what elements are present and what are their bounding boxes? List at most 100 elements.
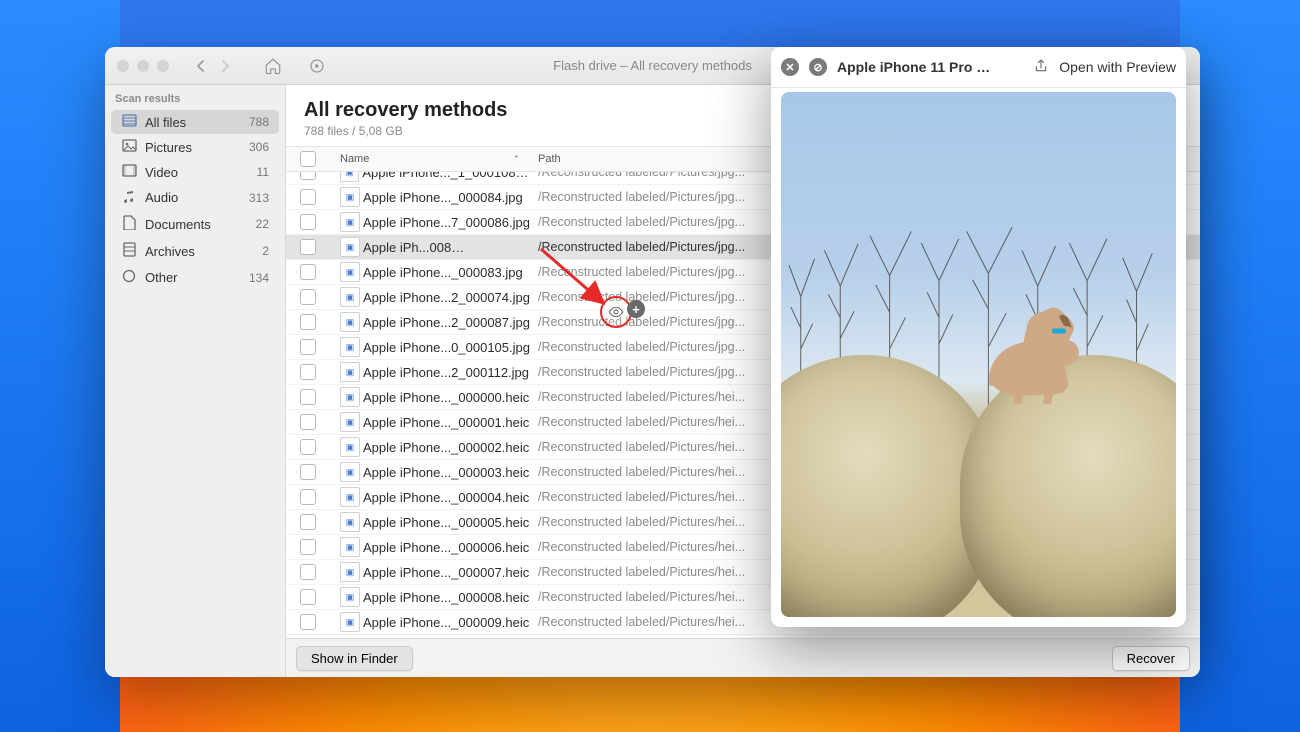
row-checkbox[interactable] xyxy=(300,614,316,630)
file-name: Apple iPhone...2_000112.jpg xyxy=(363,365,529,380)
file-name: Apple iPhone...7_000086.jpg xyxy=(363,215,530,230)
sidebar-item-pictures[interactable]: Pictures 306 xyxy=(111,135,279,159)
file-name: Apple iPhone..._000000.heic xyxy=(363,390,529,405)
file-name: Apple iPhone..._000001.heic xyxy=(363,415,529,430)
open-with-preview-link[interactable]: Open with Preview xyxy=(1059,59,1176,75)
row-checkbox[interactable] xyxy=(300,289,316,305)
row-checkbox[interactable] xyxy=(300,214,316,230)
footer-bar: Show in Finder Recover xyxy=(286,638,1200,677)
back-button[interactable] xyxy=(189,54,213,78)
file-icon: ▣ xyxy=(340,462,360,482)
sidebar-icon xyxy=(121,164,137,180)
scan-icon[interactable] xyxy=(305,54,329,78)
row-checkbox[interactable] xyxy=(300,314,316,330)
recover-button[interactable]: Recover xyxy=(1112,646,1190,671)
file-name: Apple iPhone...2_000087.jpg xyxy=(363,315,530,330)
wallpaper-left xyxy=(0,0,120,732)
sidebar-item-other[interactable]: Other 134 xyxy=(111,265,279,290)
file-icon: ▣ xyxy=(340,587,360,607)
row-checkbox[interactable] xyxy=(300,489,316,505)
file-icon: ▣ xyxy=(340,412,360,432)
sidebar-icon xyxy=(121,269,137,286)
row-checkbox[interactable] xyxy=(300,189,316,205)
file-icon: ▣ xyxy=(340,187,360,207)
file-icon: ▣ xyxy=(340,562,360,582)
sidebar-item-count: 134 xyxy=(249,271,269,285)
sidebar-icon xyxy=(121,139,137,155)
row-checkbox[interactable] xyxy=(300,339,316,355)
preview-image xyxy=(781,92,1176,617)
file-icon: ▣ xyxy=(340,387,360,407)
file-icon: ▣ xyxy=(340,262,360,282)
zoom-dot[interactable] xyxy=(157,60,169,72)
sidebar-header: Scan results xyxy=(105,85,285,109)
file-name: Apple iPhone..._000008.heic xyxy=(363,590,529,605)
preview-block-icon[interactable]: ⊘ xyxy=(809,58,827,76)
file-name: Apple iPhone..._000005.heic xyxy=(363,515,529,530)
row-checkbox[interactable] xyxy=(300,514,316,530)
forward-button[interactable] xyxy=(213,54,237,78)
file-icon: ▣ xyxy=(340,312,360,332)
row-checkbox[interactable] xyxy=(300,464,316,480)
row-checkbox[interactable] xyxy=(300,589,316,605)
sidebar-icon xyxy=(121,189,137,206)
sidebar-item-audio[interactable]: Audio 313 xyxy=(111,185,279,210)
sidebar-icon xyxy=(121,114,137,130)
select-all-checkbox[interactable] xyxy=(300,151,316,167)
file-icon: ▣ xyxy=(340,362,360,382)
sidebar-icon xyxy=(121,242,137,260)
row-checkbox[interactable] xyxy=(300,389,316,405)
annotation-arrow xyxy=(535,243,615,313)
file-name: Apple iPhone..._000002.heic xyxy=(363,440,529,455)
close-dot[interactable] xyxy=(117,60,129,72)
file-name: Apple iPhone..._000007.heic xyxy=(363,565,529,580)
sort-indicator-icon: ⌃ xyxy=(512,154,520,165)
file-name: Apple iPhone..._000083.jpg xyxy=(363,265,523,280)
minimize-dot[interactable] xyxy=(137,60,149,72)
sidebar-item-count: 306 xyxy=(249,140,269,154)
file-name: Apple iPh...0082.jpg xyxy=(363,240,471,255)
file-icon: ▣ xyxy=(340,237,360,257)
sidebar-item-label: Audio xyxy=(145,190,241,205)
sidebar-item-label: Other xyxy=(145,270,241,285)
sidebar-item-video[interactable]: Video11 xyxy=(111,160,279,184)
preview-toolbar: ✕ ⊘ Apple iPhone 11 Pro 2459x... Open wi… xyxy=(771,47,1186,88)
file-name: Apple iPhone..._000009.heic xyxy=(363,615,529,630)
file-icon: ▣ xyxy=(340,337,360,357)
preview-dog xyxy=(975,281,1094,418)
file-name: Apple iPhone..._000003.heic xyxy=(363,465,529,480)
preview-title: Apple iPhone 11 Pro 2459x... xyxy=(837,59,997,75)
file-icon: ▣ xyxy=(340,172,359,182)
row-checkbox[interactable] xyxy=(300,364,316,380)
sidebar-item-count: 22 xyxy=(256,217,269,231)
sidebar-item-count: 11 xyxy=(257,165,269,179)
sidebar-item-documents[interactable]: Documents22 xyxy=(111,211,279,237)
row-checkbox[interactable] xyxy=(300,172,316,180)
sidebar-item-archives[interactable]: Archives2 xyxy=(111,238,279,264)
preview-panel: ✕ ⊘ Apple iPhone 11 Pro 2459x... Open wi… xyxy=(771,47,1186,627)
show-in-finder-button[interactable]: Show in Finder xyxy=(296,646,413,671)
sidebar-item-count: 313 xyxy=(249,191,269,205)
home-icon[interactable] xyxy=(261,54,285,78)
file-icon: ▣ xyxy=(340,537,360,557)
file-icon: ▣ xyxy=(340,512,360,532)
row-checkbox[interactable] xyxy=(300,564,316,580)
add-recovery-icon[interactable]: + xyxy=(627,300,645,318)
file-icon: ▣ xyxy=(340,212,360,232)
row-checkbox[interactable] xyxy=(300,439,316,455)
preview-close-icon[interactable]: ✕ xyxy=(781,58,799,76)
sidebar-item-count: 2 xyxy=(262,244,269,258)
sidebar-item-label: Pictures xyxy=(145,140,241,155)
share-icon[interactable] xyxy=(1033,58,1049,77)
row-checkbox[interactable] xyxy=(300,239,316,255)
sidebar: Scan results All files 788 Pictures 306 Vide… xyxy=(105,85,286,677)
sidebar-item-count: 788 xyxy=(249,115,269,129)
file-icon: ▣ xyxy=(340,487,360,507)
column-name[interactable]: Name ⌃ xyxy=(330,153,530,165)
row-checkbox[interactable] xyxy=(300,414,316,430)
row-checkbox[interactable] xyxy=(300,539,316,555)
sidebar-item-label: All files xyxy=(145,115,241,130)
file-name: Apple iPhone..._1_000108.jpg xyxy=(362,172,530,180)
sidebar-item-all-files[interactable]: All files 788 xyxy=(111,110,279,134)
row-checkbox[interactable] xyxy=(300,264,316,280)
